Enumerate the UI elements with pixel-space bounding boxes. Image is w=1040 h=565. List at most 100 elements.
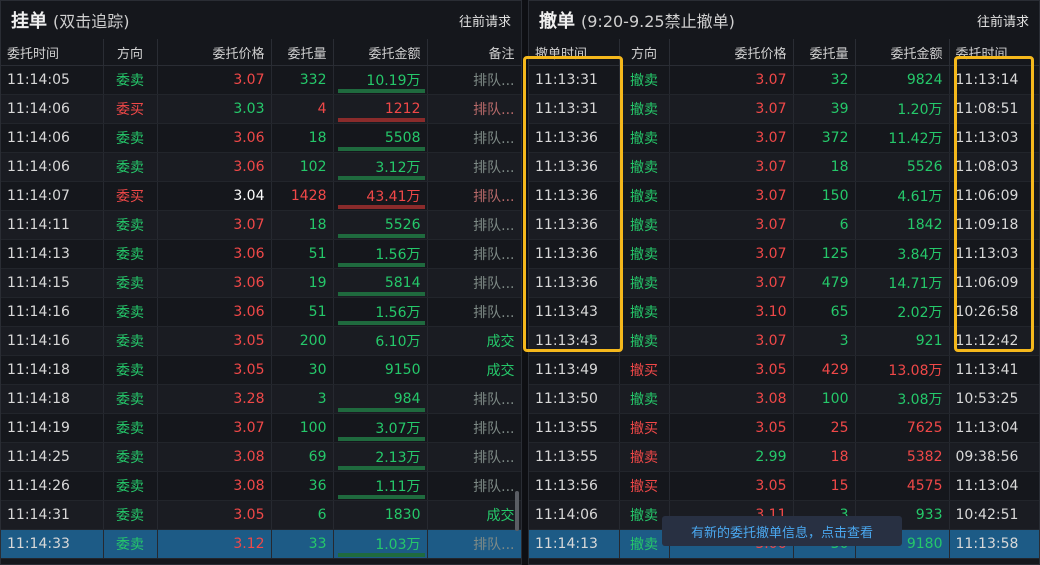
amount-value: 43.41万 [366, 189, 421, 205]
col-note[interactable]: 备注 [427, 39, 521, 66]
amount: 10.19万 [333, 65, 428, 95]
pending-scrollbar[interactable] [515, 491, 519, 531]
table-row[interactable]: 11:14:25 委卖 3.08 69 2.13万 排队... [1, 442, 521, 472]
table-row[interactable]: 11:14:13 委卖 3.06 51 1.56万 排队... [1, 239, 521, 269]
price: 3.07 [669, 326, 794, 356]
order-time: 11:14:06 [1, 94, 104, 124]
table-row[interactable]: 11:14:06 委卖 3.06 18 5508 排队... [1, 123, 521, 153]
amount: 5526 [333, 210, 428, 240]
table-row[interactable]: 11:13:36 撤卖 3.07 18 5526 11:08:03 [529, 152, 1039, 182]
table-row[interactable]: 11:14:19 委卖 3.07 100 3.07万 排队... [1, 413, 521, 443]
table-row[interactable]: 11:14:06 委买 3.03 4 1212 排队... [1, 94, 521, 124]
price: 3.07 [669, 123, 794, 153]
col-cancel-time[interactable]: 撤单时间 [529, 39, 620, 66]
table-row[interactable]: 11:14:16 委卖 3.06 51 1.56万 排队... [1, 297, 521, 327]
amount-value: 2.13万 [375, 450, 421, 466]
col-amount[interactable]: 委托金额 [333, 39, 428, 66]
price: 3.07 [669, 94, 794, 124]
order-time: 11:06:09 [949, 268, 1039, 298]
price: 3.08 [157, 471, 272, 501]
price: 3.06 [157, 239, 272, 269]
table-row[interactable]: 11:13:31 撤卖 3.07 32 9824 11:13:14 [529, 65, 1039, 95]
price: 3.07 [669, 210, 794, 240]
price: 3.08 [669, 384, 794, 414]
col-direction[interactable]: 方向 [619, 39, 670, 66]
order-time: 11:14:07 [1, 181, 104, 211]
table-row[interactable]: 11:13:43 撤卖 3.07 3 921 11:12:42 [529, 326, 1039, 356]
table-row[interactable]: 11:14:05 委卖 3.07 332 10.19万 排队... [1, 65, 521, 95]
cancel-time: 11:13:50 [529, 384, 620, 414]
table-row[interactable]: 11:14:26 委卖 3.08 36 1.11万 排队... [1, 471, 521, 501]
table-row[interactable]: 11:13:50 撤卖 3.08 100 3.08万 10:53:25 [529, 384, 1039, 414]
quantity: 65 [793, 297, 856, 327]
col-quantity[interactable]: 委托量 [793, 39, 856, 66]
direction: 委卖 [103, 413, 158, 443]
table-row[interactable]: 11:13:49 撤买 3.05 429 13.08万 11:13:41 [529, 355, 1039, 385]
table-row[interactable]: 11:14:16 委卖 3.05 200 6.10万 成交 [1, 326, 521, 356]
amount: 3.12万 [333, 152, 428, 182]
table-row[interactable]: 11:14:31 委卖 3.05 6 1830 成交 [1, 500, 521, 530]
order-time: 11:13:41 [949, 355, 1039, 385]
price: 3.07 [669, 65, 794, 95]
direction: 委卖 [103, 210, 158, 240]
table-row[interactable]: 11:13:36 撤卖 3.07 150 4.61万 11:06:09 [529, 181, 1039, 211]
amount: 1.56万 [333, 239, 428, 269]
price: 3.05 [669, 413, 794, 443]
order-time: 11:14:16 [1, 326, 104, 356]
cancel-time: 11:13:36 [529, 123, 620, 153]
amount: 1212 [333, 94, 428, 124]
quantity: 69 [271, 442, 334, 472]
amount: 1.03万 [333, 529, 428, 559]
table-row[interactable]: 11:13:55 撤买 3.05 25 7625 11:13:04 [529, 413, 1039, 443]
amount-bar [337, 147, 425, 151]
col-price[interactable]: 委托价格 [157, 39, 272, 66]
col-order-time[interactable]: 委托时间 [1, 39, 104, 66]
order-time: 11:13:03 [949, 123, 1039, 153]
direction: 撤卖 [619, 123, 670, 153]
col-order-time[interactable]: 委托时间 [949, 39, 1039, 66]
table-row[interactable]: 11:14:07 委买 3.04 1428 43.41万 排队... [1, 181, 521, 211]
table-row[interactable]: 11:13:55 撤卖 2.99 18 5382 09:38:56 [529, 442, 1039, 472]
col-amount[interactable]: 委托金额 [855, 39, 950, 66]
new-cancel-notification[interactable]: 有新的委托撤单信息，点击查看 [662, 516, 902, 546]
amount-value: 5814 [384, 275, 421, 291]
quantity: 150 [793, 181, 856, 211]
pending-load-earlier-button[interactable]: 往前请求 [459, 11, 511, 30]
cancel-time: 11:13:49 [529, 355, 620, 385]
table-row[interactable]: 11:13:36 撤卖 3.07 479 14.71万 11:06:09 [529, 268, 1039, 298]
quantity: 51 [271, 239, 334, 269]
cancelled-load-earlier-button[interactable]: 往前请求 [977, 11, 1029, 30]
table-row[interactable]: 11:13:31 撤卖 3.07 39 1.20万 11:08:51 [529, 94, 1039, 124]
table-row[interactable]: 11:14:15 委卖 3.06 19 5814 排队... [1, 268, 521, 298]
direction: 撤卖 [619, 152, 670, 182]
amount: 2.13万 [333, 442, 428, 472]
quantity: 33 [271, 529, 334, 559]
table-row[interactable]: 11:14:11 委卖 3.07 18 5526 排队... [1, 210, 521, 240]
table-row[interactable]: 11:14:18 委卖 3.28 3 984 排队... [1, 384, 521, 414]
col-quantity[interactable]: 委托量 [271, 39, 334, 66]
order-time: 11:13:14 [949, 65, 1039, 95]
table-row[interactable]: 11:14:06 委卖 3.06 102 3.12万 排队... [1, 152, 521, 182]
amount: 9824 [855, 65, 950, 95]
quantity: 200 [271, 326, 334, 356]
amount-bar [337, 89, 425, 93]
amount: 11.42万 [855, 123, 950, 153]
table-row[interactable]: 11:14:18 委卖 3.05 30 9150 成交 [1, 355, 521, 385]
pending-orders-table: 委托时间 方向 委托价格 委托量 委托金额 备注 11:14:05 委卖 3.07 3… [1, 39, 521, 559]
quantity: 18 [793, 152, 856, 182]
order-time: 11:08:51 [949, 94, 1039, 124]
amount: 984 [333, 384, 428, 414]
col-price[interactable]: 委托价格 [669, 39, 794, 66]
table-row[interactable]: 11:13:43 撤卖 3.10 65 2.02万 10:26:58 [529, 297, 1039, 327]
quantity: 372 [793, 123, 856, 153]
amount-value: 1.03万 [375, 537, 421, 553]
note: 排队... [427, 442, 521, 472]
table-row[interactable]: 11:13:36 撤卖 3.07 6 1842 11:09:18 [529, 210, 1039, 240]
table-row[interactable]: 11:14:33 委卖 3.12 33 1.03万 排队... [1, 529, 521, 559]
col-direction[interactable]: 方向 [103, 39, 158, 66]
amount: 7625 [855, 413, 950, 443]
price: 3.06 [157, 152, 272, 182]
table-row[interactable]: 11:13:56 撤买 3.05 15 4575 11:13:04 [529, 471, 1039, 501]
table-row[interactable]: 11:13:36 撤卖 3.07 125 3.84万 11:13:03 [529, 239, 1039, 269]
table-row[interactable]: 11:13:36 撤卖 3.07 372 11.42万 11:13:03 [529, 123, 1039, 153]
